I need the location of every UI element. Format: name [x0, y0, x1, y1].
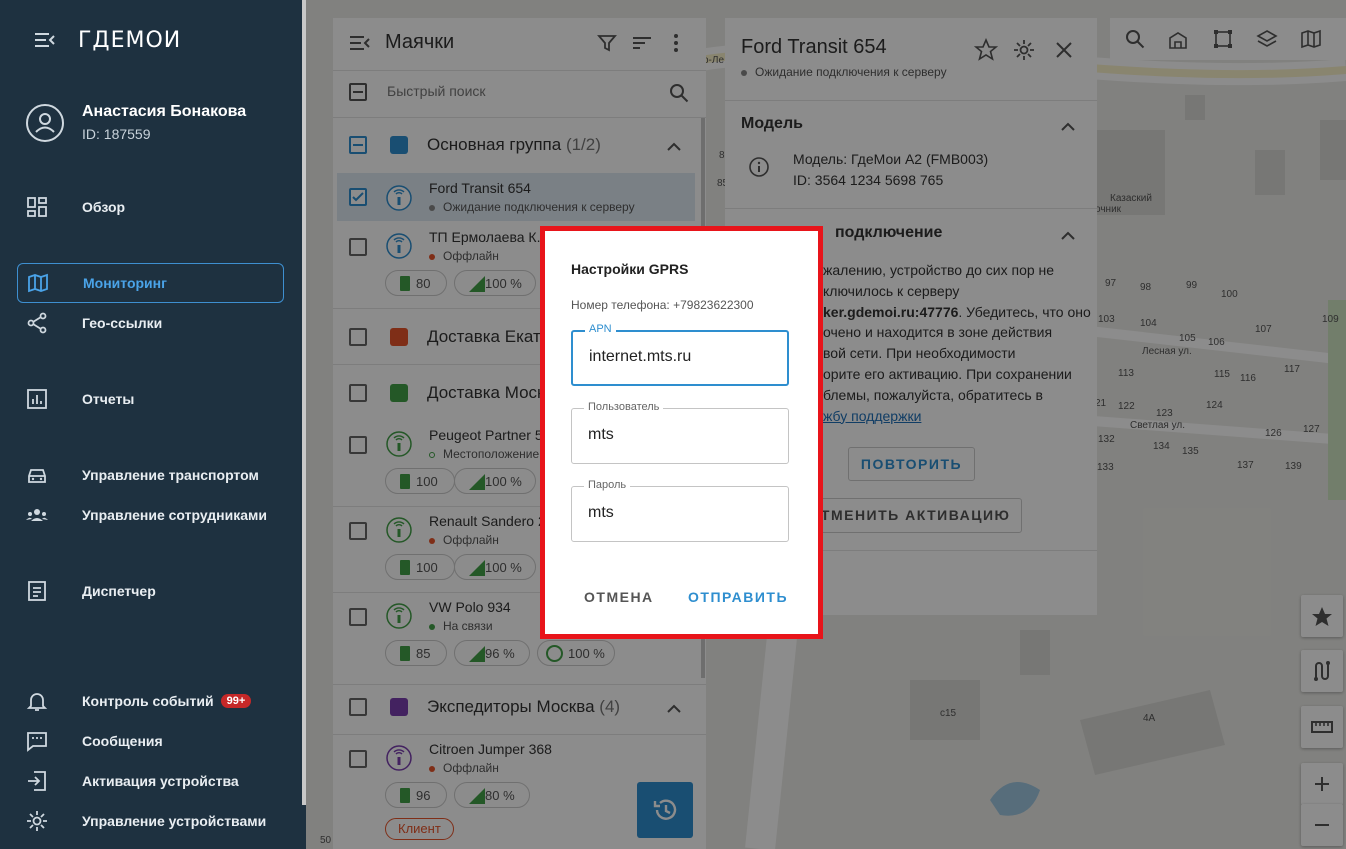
- modal-backdrop[interactable]: [306, 0, 1346, 849]
- phone-number-text: Номер телефона: +79823622300: [571, 298, 754, 312]
- nav-messages[interactable]: Сообщения: [26, 722, 284, 760]
- nav-employees[interactable]: Управление сотрудниками: [26, 496, 284, 534]
- nav-label: Обзор: [82, 199, 126, 215]
- nav-label: Отчеты: [82, 391, 135, 407]
- password-label: Пароль: [584, 479, 631, 491]
- dialog-title: Настройки GPRS: [571, 261, 689, 277]
- nav-label: Управление транспортом: [82, 467, 259, 483]
- nav-transport[interactable]: Управление транспортом: [26, 456, 284, 494]
- nav-label: Диспетчер: [82, 583, 156, 599]
- nav-dispatcher[interactable]: Диспетчер: [26, 572, 284, 610]
- nav-label: Гео-ссылки: [82, 315, 163, 331]
- nav-monitoring[interactable]: Мониторинг: [17, 263, 284, 303]
- chat-icon: [27, 732, 47, 752]
- nav-label: Мониторинг: [83, 275, 167, 291]
- share-icon: [27, 312, 47, 334]
- group-icon: [26, 509, 48, 521]
- menu-collapse-icon[interactable]: [34, 30, 56, 55]
- nav-geolinks[interactable]: Гео-ссылки: [26, 304, 284, 342]
- cancel-button[interactable]: ОТМЕНА: [584, 589, 654, 605]
- user-id: ID: 187559: [82, 126, 151, 142]
- password-value: mts: [588, 504, 614, 521]
- apn-value: internet.mts.ru: [589, 348, 692, 365]
- nav-label: Контроль событий: [82, 693, 214, 709]
- nav-label: Активация устройства: [82, 773, 239, 789]
- dashboard-icon: [27, 197, 47, 217]
- gprs-settings-dialog: Настройки GPRS Номер телефона: +79823622…: [540, 226, 823, 639]
- nav-reports[interactable]: Отчеты: [26, 380, 284, 418]
- avatar[interactable]: [26, 104, 64, 142]
- password-field[interactable]: Пароль mts: [571, 479, 789, 542]
- nav-overview[interactable]: Обзор: [26, 188, 284, 226]
- username-value: mts: [588, 426, 614, 443]
- events-count-badge: 99+: [220, 694, 252, 708]
- apn-label: APN: [585, 323, 616, 335]
- map-icon: [28, 273, 48, 293]
- nav-label: Управление сотрудниками: [82, 507, 267, 523]
- username-label: Пользователь: [584, 401, 664, 413]
- nav-activation[interactable]: Активация устройства: [26, 762, 284, 800]
- gear-icon: [27, 811, 47, 831]
- brand-logo: ГДЕМОИ: [78, 28, 182, 53]
- submit-button[interactable]: ОТПРАВИТЬ: [688, 589, 788, 605]
- nav-events[interactable]: Контроль событий 99+: [26, 682, 284, 720]
- apn-field[interactable]: APN internet.mts.ru: [571, 323, 789, 386]
- document-icon: [28, 581, 46, 601]
- bar-chart-icon: [27, 389, 47, 409]
- nav-device-management[interactable]: Управление устройствами: [26, 802, 284, 840]
- nav-label: Сообщения: [82, 733, 163, 749]
- username-field[interactable]: Пользователь mts: [571, 401, 789, 464]
- login-icon: [28, 771, 46, 791]
- main-sidebar: ГДЕМОИ Анастасия Бонакова ID: 187559 Обз…: [0, 0, 306, 849]
- bell-icon: [26, 693, 48, 711]
- nav-label: Управление устройствами: [82, 813, 267, 829]
- user-name: Анастасия Бонакова: [82, 103, 247, 120]
- car-icon: [28, 469, 46, 483]
